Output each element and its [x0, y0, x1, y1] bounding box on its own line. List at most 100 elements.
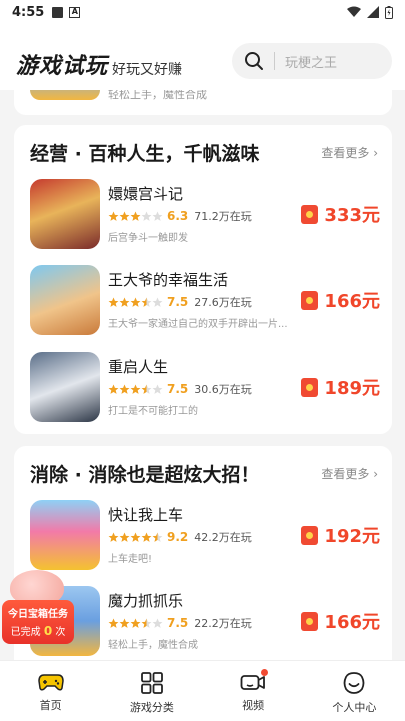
game-name: 嬛嬛宫斗记 — [108, 185, 184, 203]
reward-badge[interactable]: 189元 — [301, 374, 380, 400]
star-icon — [108, 532, 119, 542]
see-more-link[interactable]: 查看更多 › — [321, 144, 378, 161]
reward-amount: 166元 — [324, 291, 380, 312]
reward-badge[interactable]: 333元 — [301, 201, 380, 227]
game-name: 快让我上车 — [108, 506, 184, 524]
game-players: 27.6万在玩 — [194, 296, 252, 309]
partial-game-item[interactable]: 轻松上手，魔性合成 — [14, 90, 392, 115]
grid-icon — [140, 672, 163, 694]
game-thumbnail — [30, 90, 100, 100]
task-count: 0 — [43, 624, 53, 638]
game-item[interactable]: 快让我上车 9.2 42.2万在玩 上车走吧! 192元 — [30, 500, 380, 570]
daily-task-title: 今日宝箱任务 — [8, 609, 68, 620]
game-meta: 7.5 27.6万在玩 — [108, 294, 252, 310]
notification-icon — [52, 6, 64, 18]
game-rating: 9.2 — [167, 530, 189, 544]
tab-profile[interactable]: 个人中心 — [304, 661, 405, 721]
game-desc: 后宫争斗一触即发 — [108, 233, 188, 244]
tab-label: 个人中心 — [332, 701, 377, 714]
rating-stars — [108, 384, 163, 395]
star-empty-icon — [152, 384, 163, 394]
star-icon — [130, 384, 141, 394]
game-players: 22.2万在玩 — [194, 617, 252, 630]
game-name: 重启人生 — [108, 358, 169, 376]
tab-categories[interactable]: 游戏分类 — [101, 661, 202, 721]
star-icon — [108, 211, 119, 221]
game-item[interactable]: 魔力抓抓乐 7.5 22.2万在玩 轻松上手，魔性合成 166元 — [30, 586, 380, 656]
section-title: 消除 · 消除也是超炫大招！ — [30, 464, 260, 486]
daily-task-float-button[interactable]: 今日宝箱任务 已完成 0 次 — [2, 570, 74, 646]
tab-video[interactable]: 视频 — [203, 661, 304, 721]
red-envelope-icon — [301, 377, 319, 397]
game-rating: 7.5 — [167, 295, 189, 309]
reward-amount: 166元 — [324, 612, 380, 633]
rating-stars — [108, 618, 163, 629]
game-rating: 7.5 — [167, 382, 189, 396]
star-half-icon — [152, 532, 163, 542]
game-players: 71.2万在玩 — [194, 210, 252, 223]
star-icon — [119, 297, 130, 307]
red-envelope-icon — [301, 290, 319, 310]
game-item[interactable]: 王大爷的幸福生活 7.5 27.6万在玩 王大爷一家通过自己的双手开辟出一片..… — [30, 265, 380, 335]
red-envelope-icon — [301, 525, 319, 545]
gamepad-icon — [37, 674, 64, 691]
reward-amount: 333元 — [324, 205, 380, 226]
bottom-tab-bar: 首页 游戏分类 视频 个人中心 — [0, 660, 405, 721]
game-players: 30.6万在玩 — [194, 383, 252, 396]
tab-home[interactable]: 首页 — [0, 661, 101, 721]
game-name: 王大爷的幸福生活 — [108, 271, 229, 289]
search-divider — [274, 52, 275, 70]
reward-badge[interactable]: 192元 — [301, 522, 380, 548]
game-item[interactable]: 重启人生 7.5 30.6万在玩 打工是不可能打工的 189元 — [30, 352, 380, 422]
reward-amount: 189元 — [324, 378, 380, 399]
game-desc: 轻松上手，魔性合成 — [108, 640, 198, 651]
header: 游戏试玩 好玩又好赚 玩梗之王 — [0, 24, 405, 90]
game-item[interactable]: 嬛嬛宫斗记 6.3 71.2万在玩 后宫争斗一触即发 333元 — [30, 179, 380, 249]
rating-stars — [108, 297, 163, 308]
game-players: 42.2万在玩 — [194, 531, 252, 544]
red-envelope-icon — [301, 611, 319, 631]
search-bar[interactable]: 玩梗之王 — [232, 43, 392, 79]
rating-stars — [108, 211, 163, 222]
see-more-link[interactable]: 查看更多 › — [321, 465, 378, 482]
section-card-business: 经营 · 百种人生，千帆滋味 查看更多 › 嬛嬛宫斗记 6.3 71.2万在玩 … — [14, 125, 392, 434]
star-icon — [130, 211, 141, 221]
tab-label: 视频 — [242, 699, 265, 712]
notification-dot — [260, 669, 268, 676]
star-icon — [119, 211, 130, 221]
star-icon — [119, 618, 130, 628]
reward-badge[interactable]: 166元 — [301, 608, 380, 634]
battery-icon — [385, 5, 393, 19]
game-name: 魔力抓抓乐 — [108, 592, 184, 610]
search-placeholder[interactable]: 玩梗之王 — [285, 52, 337, 71]
game-meta: 6.3 71.2万在玩 — [108, 208, 252, 224]
game-desc: 上车走吧! — [108, 554, 153, 565]
star-icon — [108, 618, 119, 628]
reward-badge[interactable]: 166元 — [301, 287, 380, 313]
game-desc: 打工是不可能打工的 — [108, 406, 198, 417]
game-rating: 6.3 — [167, 209, 189, 223]
star-empty-icon — [152, 297, 163, 307]
game-icon — [30, 500, 100, 570]
game-rating: 7.5 — [167, 616, 189, 630]
signal-icon — [367, 6, 379, 18]
tab-label: 首页 — [39, 699, 62, 712]
wifi-icon — [347, 6, 361, 17]
star-half-icon — [141, 297, 152, 307]
star-icon — [130, 532, 141, 542]
star-empty-icon — [152, 211, 163, 221]
daily-task-tag: 今日宝箱任务 已完成 0 次 — [2, 600, 74, 644]
page-title: 游戏试玩 — [16, 54, 109, 79]
daily-task-status: 已完成 0 次 — [2, 623, 74, 638]
game-meta: 7.5 30.6万在玩 — [108, 381, 252, 397]
star-half-icon — [141, 384, 152, 394]
star-icon — [130, 297, 141, 307]
game-icon — [30, 179, 100, 249]
game-desc: 王大爷一家通过自己的双手开辟出一片... — [108, 319, 288, 330]
game-meta: 7.5 22.2万在玩 — [108, 615, 252, 631]
star-icon — [119, 532, 130, 542]
star-empty-icon — [152, 618, 163, 628]
smile-icon — [343, 672, 365, 694]
star-icon — [130, 618, 141, 628]
reward-amount: 192元 — [324, 526, 380, 547]
